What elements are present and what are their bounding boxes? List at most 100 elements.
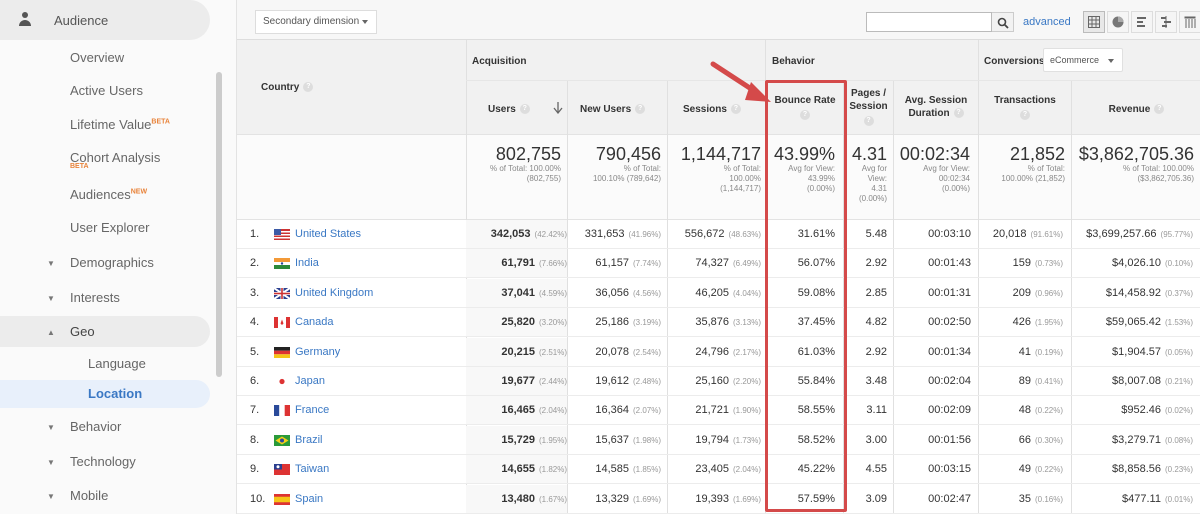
avg-duration-cell: 00:02:47 bbox=[928, 492, 971, 505]
transactions-cell: 426 (1.95%) bbox=[1012, 316, 1063, 329]
row-number: 5. bbox=[250, 345, 260, 358]
sidebar-item-cohort-analysis[interactable]: Cohort Analysis BETA bbox=[70, 150, 160, 170]
sidebar-item-interests[interactable]: Interests bbox=[70, 290, 120, 305]
country-link[interactable]: France bbox=[295, 404, 329, 416]
conversions-type-dropdown[interactable]: eCommerce bbox=[1043, 48, 1123, 72]
new-users-cell: 25,186 (3.19%) bbox=[595, 316, 661, 329]
sidebar-item-overview[interactable]: Overview bbox=[70, 50, 124, 65]
sidebar-item-audiences[interactable]: AudiencesNEW bbox=[70, 187, 147, 202]
help-icon[interactable]: ? bbox=[1154, 104, 1165, 115]
beta-badge: BETA bbox=[70, 163, 89, 170]
help-icon[interactable]: ? bbox=[635, 104, 646, 115]
report-main: Secondary dimension advanced Acquisition… bbox=[236, 0, 1200, 514]
country-link[interactable]: Germany bbox=[295, 346, 340, 358]
pages-session-cell: 4.55 bbox=[865, 463, 887, 476]
avg-duration-cell: 00:03:10 bbox=[928, 228, 971, 240]
sidebar-item-mobile[interactable]: Mobile bbox=[70, 488, 108, 503]
table-search-input[interactable] bbox=[866, 12, 992, 32]
country-link[interactable]: India bbox=[295, 257, 319, 269]
users-cell: 342,053 (42.42%) bbox=[490, 228, 567, 240]
column-header-pages-session[interactable]: Pages / Session? bbox=[844, 87, 893, 126]
revenue-cell: $14,458.92 (0.37%) bbox=[1105, 286, 1193, 299]
table-row: 3. United Kingdom 37,041 (4.59%) 36,056 (4… bbox=[237, 278, 1200, 308]
column-header-sessions[interactable]: Sessions? bbox=[683, 103, 741, 116]
search-button[interactable] bbox=[992, 12, 1014, 32]
chevron-down-icon bbox=[362, 20, 368, 24]
column-header-bounce-rate[interactable]: Bounce Rate? bbox=[767, 94, 843, 120]
sidebar-item-label: Interests bbox=[70, 290, 120, 305]
row-number: 4. bbox=[250, 316, 260, 329]
help-icon[interactable]: ? bbox=[730, 104, 741, 115]
sidebar-item-label: Overview bbox=[70, 50, 125, 65]
column-header-revenue[interactable]: Revenue? bbox=[1072, 103, 1200, 116]
country-link[interactable]: United Kingdom bbox=[295, 287, 373, 299]
sidebar-item-behavior[interactable]: Behavior bbox=[70, 419, 121, 434]
help-icon[interactable]: ? bbox=[863, 116, 874, 126]
sidebar-section-audience[interactable]: Audience bbox=[0, 0, 210, 40]
country-flag-icon bbox=[274, 434, 290, 446]
country-link[interactable]: Japan bbox=[295, 375, 325, 387]
country-link[interactable]: Canada bbox=[295, 316, 334, 328]
chevron-down-icon bbox=[1108, 59, 1114, 63]
sidebar-section-label: Audience bbox=[54, 13, 109, 28]
country-link[interactable]: Spain bbox=[295, 493, 323, 505]
revenue-cell: $59,065.42 (1.53%) bbox=[1105, 316, 1193, 329]
sidebar-item-active-users[interactable]: Active Users bbox=[70, 83, 143, 98]
column-header-users[interactable]: Users? bbox=[488, 103, 530, 116]
pivot-view-button[interactable] bbox=[1179, 11, 1200, 33]
column-header-transactions[interactable]: Transactions? bbox=[979, 94, 1071, 120]
avg-duration-cell: 00:02:04 bbox=[928, 375, 971, 387]
new-users-cell: 36,056 (4.56%) bbox=[595, 286, 661, 299]
table-row: 5. Germany 20,215 (2.51%) 20,078 (2.54%) 2… bbox=[237, 337, 1200, 367]
column-label: New Users bbox=[580, 104, 632, 115]
sessions-cell: 21,721 (1.90%) bbox=[695, 404, 761, 417]
pie-view-button[interactable] bbox=[1107, 11, 1129, 33]
help-icon[interactable]: ? bbox=[800, 110, 810, 120]
column-label: Session bbox=[849, 101, 888, 112]
table-view-button[interactable] bbox=[1083, 11, 1105, 33]
column-label: Bounce Rate bbox=[774, 95, 836, 106]
bounce-rate-cell: 37.45% bbox=[797, 316, 835, 329]
help-icon[interactable]: ? bbox=[1020, 110, 1030, 120]
sidebar-item-demographics[interactable]: Demographics bbox=[70, 255, 154, 270]
bounce-rate-cell: 58.52% bbox=[797, 433, 835, 446]
country-link[interactable]: Brazil bbox=[295, 434, 323, 446]
table-row: 1. United States 342,053 (42.42%) 331,653… bbox=[237, 220, 1200, 249]
sidebar-item-technology[interactable]: Technology bbox=[70, 454, 136, 469]
sessions-cell: 46,205 (4.04%) bbox=[695, 286, 761, 299]
beta-badge: BETA bbox=[151, 118, 170, 126]
sidebar-item-location[interactable]: Location bbox=[88, 386, 142, 401]
comparison-view-button[interactable] bbox=[1155, 11, 1177, 33]
sidebar-item-geo[interactable]: Geo bbox=[70, 324, 95, 339]
performance-view-button[interactable] bbox=[1131, 11, 1153, 33]
users-cell: 13,480 (1.67%) bbox=[501, 492, 567, 505]
help-icon[interactable]: ? bbox=[303, 82, 314, 93]
sessions-cell: 556,672 (48.63%) bbox=[684, 228, 761, 240]
pages-session-cell: 2.85 bbox=[865, 286, 887, 299]
secondary-dimension-dropdown[interactable]: Secondary dimension bbox=[255, 10, 377, 34]
conversions-type-label: eCommerce bbox=[1050, 55, 1100, 65]
sessions-cell: 35,876 (3.13%) bbox=[695, 316, 761, 329]
caret-down-icon: ▼ bbox=[47, 458, 55, 467]
help-icon[interactable]: ? bbox=[953, 108, 964, 119]
column-header-country[interactable]: Country? bbox=[261, 81, 314, 94]
advanced-filter-link[interactable]: advanced bbox=[1023, 16, 1071, 28]
sidebar-item-language[interactable]: Language bbox=[88, 356, 146, 371]
table-row: 2. India 61,791 (7.66%) 61,157 (7.74%) 74,… bbox=[237, 249, 1200, 279]
sidebar-item-label: Behavior bbox=[70, 419, 122, 434]
sidebar-item-lifetime-value[interactable]: Lifetime ValueBETA bbox=[70, 117, 170, 132]
country-link[interactable]: Taiwan bbox=[295, 463, 329, 475]
users-cell: 19,677 (2.44%) bbox=[501, 375, 567, 387]
table-row: 4. Canada 25,820 (3.20%) 25,186 (3.19%) 35… bbox=[237, 308, 1200, 338]
help-icon[interactable]: ? bbox=[519, 104, 530, 115]
column-header-new-users[interactable]: New Users? bbox=[580, 103, 646, 116]
sidebar-scrollbar[interactable] bbox=[216, 72, 222, 377]
sidebar-item-user-explorer[interactable]: User Explorer bbox=[70, 220, 149, 235]
sessions-cell: 23,405 (2.04%) bbox=[695, 463, 761, 476]
revenue-cell: $952.46 (0.02%) bbox=[1121, 404, 1193, 417]
sidebar-item-label: Language bbox=[88, 356, 146, 371]
column-header-avg-session-duration[interactable]: Avg. Session Duration? bbox=[894, 94, 978, 120]
sort-descending-icon[interactable] bbox=[553, 102, 563, 114]
country-link[interactable]: United States bbox=[295, 228, 361, 240]
bounce-rate-cell: 58.55% bbox=[797, 404, 835, 417]
